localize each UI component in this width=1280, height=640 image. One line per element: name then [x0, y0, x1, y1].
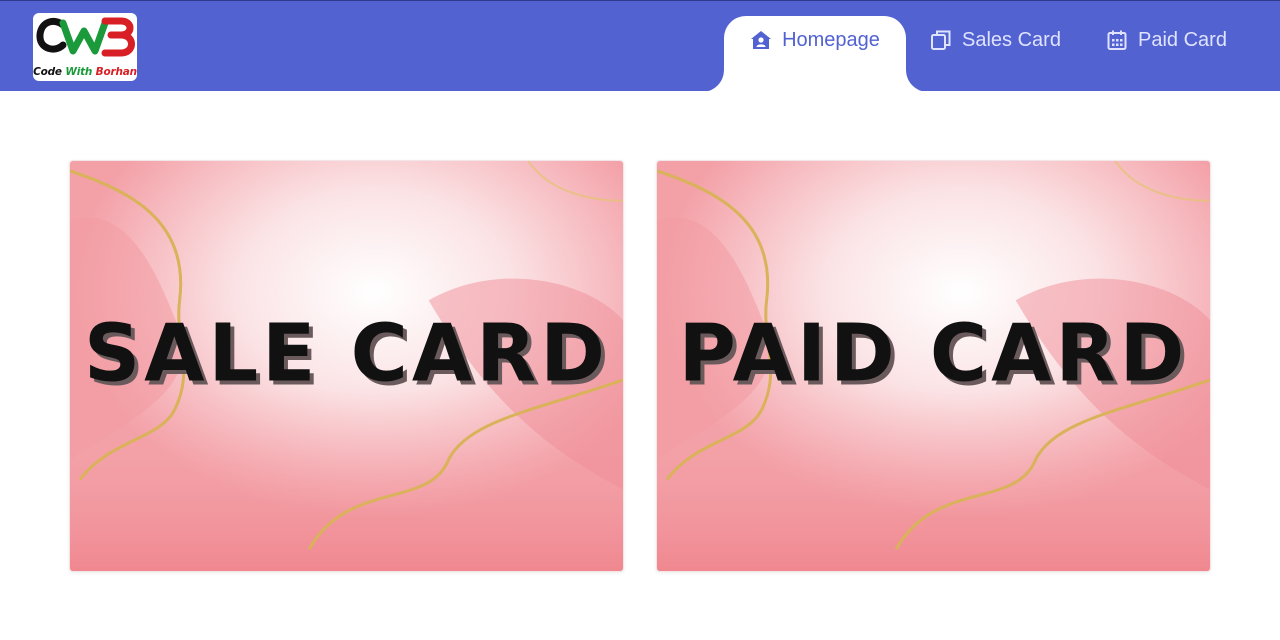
copy-icon: [930, 29, 952, 51]
tab-homepage[interactable]: Homepage: [724, 16, 906, 92]
top-navbar: Code With Borhan Homepage Sales Card Pai…: [0, 0, 1280, 92]
paid-card[interactable]: PAID CARD: [656, 160, 1211, 572]
tab-sales-card[interactable]: Sales Card: [930, 16, 1061, 92]
tab-sales-card-label: Sales Card: [962, 28, 1061, 51]
tab-paid-card[interactable]: Paid Card: [1106, 16, 1227, 92]
main-content: SALE CARD PAID CARD: [0, 91, 1280, 640]
sale-card-title: SALE CARD: [83, 308, 610, 400]
home-icon: [750, 29, 772, 51]
paid-card-title: PAID CARD: [678, 308, 1189, 400]
sale-card[interactable]: SALE CARD: [69, 160, 624, 572]
nav-tabs: Homepage Sales Card Paid Card: [0, 1, 1280, 92]
tab-paid-card-label: Paid Card: [1138, 28, 1227, 51]
tab-homepage-label: Homepage: [782, 28, 880, 51]
calendar-icon: [1106, 29, 1128, 51]
